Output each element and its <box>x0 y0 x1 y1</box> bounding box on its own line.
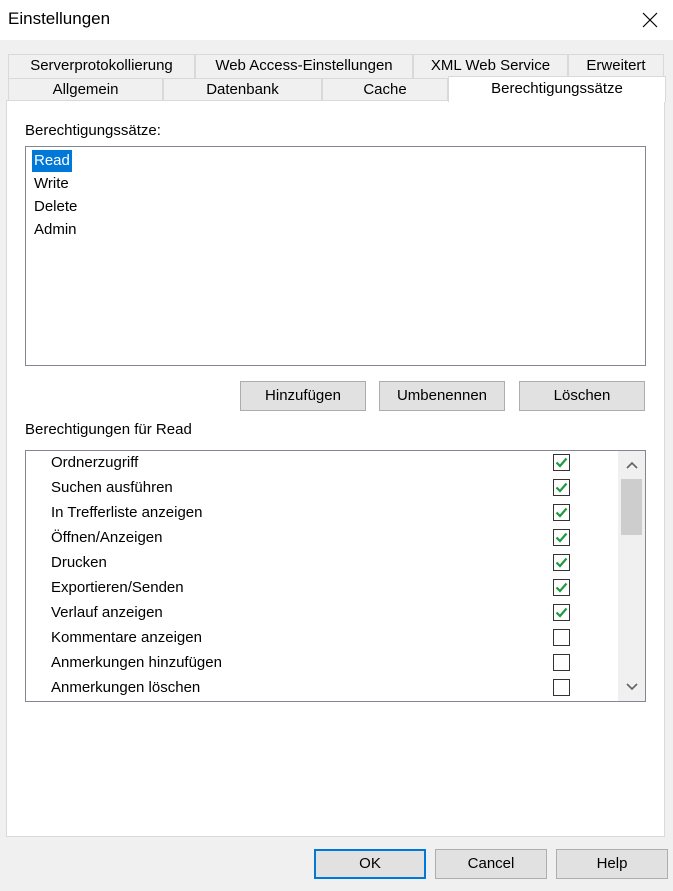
tab-serverprotokollierung[interactable]: Serverprotokollierung <box>8 54 195 78</box>
permission-label: Anmerkungen löschen <box>51 679 201 696</box>
scroll-down-button[interactable] <box>618 675 645 699</box>
cancel-button[interactable]: Cancel <box>435 849 547 879</box>
checkmark-icon <box>555 507 568 518</box>
tab-xml-web-service[interactable]: XML Web Service <box>413 54 568 78</box>
permission-checkbox[interactable] <box>553 454 570 471</box>
ok-button[interactable]: OK <box>314 849 426 879</box>
list-item-read[interactable]: Read <box>32 150 72 172</box>
permission-row[interactable]: Anmerkungen hinzufügen <box>26 652 620 677</box>
permission-row[interactable]: Ordnerzugriff <box>26 452 620 477</box>
tab-cache[interactable]: Cache <box>322 78 448 101</box>
permission-checkbox[interactable] <box>553 629 570 646</box>
checkmark-icon <box>555 482 568 493</box>
checkmark-icon <box>555 457 568 468</box>
checkmark-icon <box>555 557 568 568</box>
permission-label: Verlauf anzeigen <box>51 604 163 621</box>
permission-checkbox[interactable] <box>553 479 570 496</box>
permission-sets-list[interactable]: Read Write Delete Admin <box>25 146 646 366</box>
permission-checkbox[interactable] <box>553 504 570 521</box>
tab-erweitert[interactable]: Erweitert <box>568 54 664 78</box>
delete-button[interactable]: Löschen <box>519 381 645 411</box>
close-button[interactable] <box>627 0 673 40</box>
scroll-up-button[interactable] <box>618 453 645 477</box>
permission-checkbox[interactable] <box>553 604 570 621</box>
permission-row[interactable]: Verlauf anzeigen <box>26 602 620 627</box>
permissions-list[interactable]: Ordnerzugriff Suchen ausführen In Treffe… <box>25 450 646 702</box>
list-item-write[interactable]: Write <box>32 173 71 195</box>
chevron-down-icon <box>625 683 638 691</box>
permission-row[interactable]: Kommentare anzeigen <box>26 627 620 652</box>
chevron-up-icon <box>625 461 638 469</box>
permission-row[interactable]: Suchen ausführen <box>26 477 620 502</box>
permissions-scrollbar[interactable] <box>618 451 645 701</box>
permission-label: Ordnerzugriff <box>51 454 139 471</box>
permission-row[interactable]: Anmerkungen löschen <box>26 677 620 701</box>
rename-button[interactable]: Umbenennen <box>379 381 505 411</box>
close-icon <box>642 12 658 28</box>
permissions-label: Berechtigungen für Read <box>25 421 192 438</box>
tab-web-access-einstellungen[interactable]: Web Access-Einstellungen <box>195 54 413 78</box>
permission-row[interactable]: In Trefferliste anzeigen <box>26 502 620 527</box>
scroll-thumb[interactable] <box>621 479 642 535</box>
permission-label: In Trefferliste anzeigen <box>51 504 203 521</box>
title-bar: Einstellungen <box>0 0 673 40</box>
add-button[interactable]: Hinzufügen <box>240 381 366 411</box>
permission-checkbox[interactable] <box>553 529 570 546</box>
checkmark-icon <box>555 532 568 543</box>
tab-berechtigungssaetze[interactable]: Berechtigungssätze <box>448 76 666 102</box>
permission-label: Drucken <box>51 554 107 571</box>
permission-checkbox[interactable] <box>553 654 570 671</box>
window-title: Einstellungen <box>8 9 111 28</box>
permission-sets-label: Berechtigungssätze: <box>25 122 161 139</box>
tab-datenbank[interactable]: Datenbank <box>163 78 322 101</box>
list-item-delete[interactable]: Delete <box>32 196 79 218</box>
permission-checkbox[interactable] <box>553 554 570 571</box>
permission-row[interactable]: Öffnen/Anzeigen <box>26 527 620 552</box>
permission-row[interactable]: Exportieren/Senden <box>26 577 620 602</box>
permission-label: Anmerkungen hinzufügen <box>51 654 222 671</box>
permission-label: Suchen ausführen <box>51 479 173 496</box>
permission-checkbox[interactable] <box>553 679 570 696</box>
list-item-admin[interactable]: Admin <box>32 219 79 241</box>
permission-row[interactable]: Drucken <box>26 552 620 577</box>
checkmark-icon <box>555 582 568 593</box>
help-button[interactable]: Help <box>556 849 668 879</box>
permission-label: Kommentare anzeigen <box>51 629 202 646</box>
checkmark-icon <box>555 607 568 618</box>
permission-label: Öffnen/Anzeigen <box>51 529 163 546</box>
tab-allgemein[interactable]: Allgemein <box>8 78 163 101</box>
permission-label: Exportieren/Senden <box>51 579 184 596</box>
permission-checkbox[interactable] <box>553 579 570 596</box>
